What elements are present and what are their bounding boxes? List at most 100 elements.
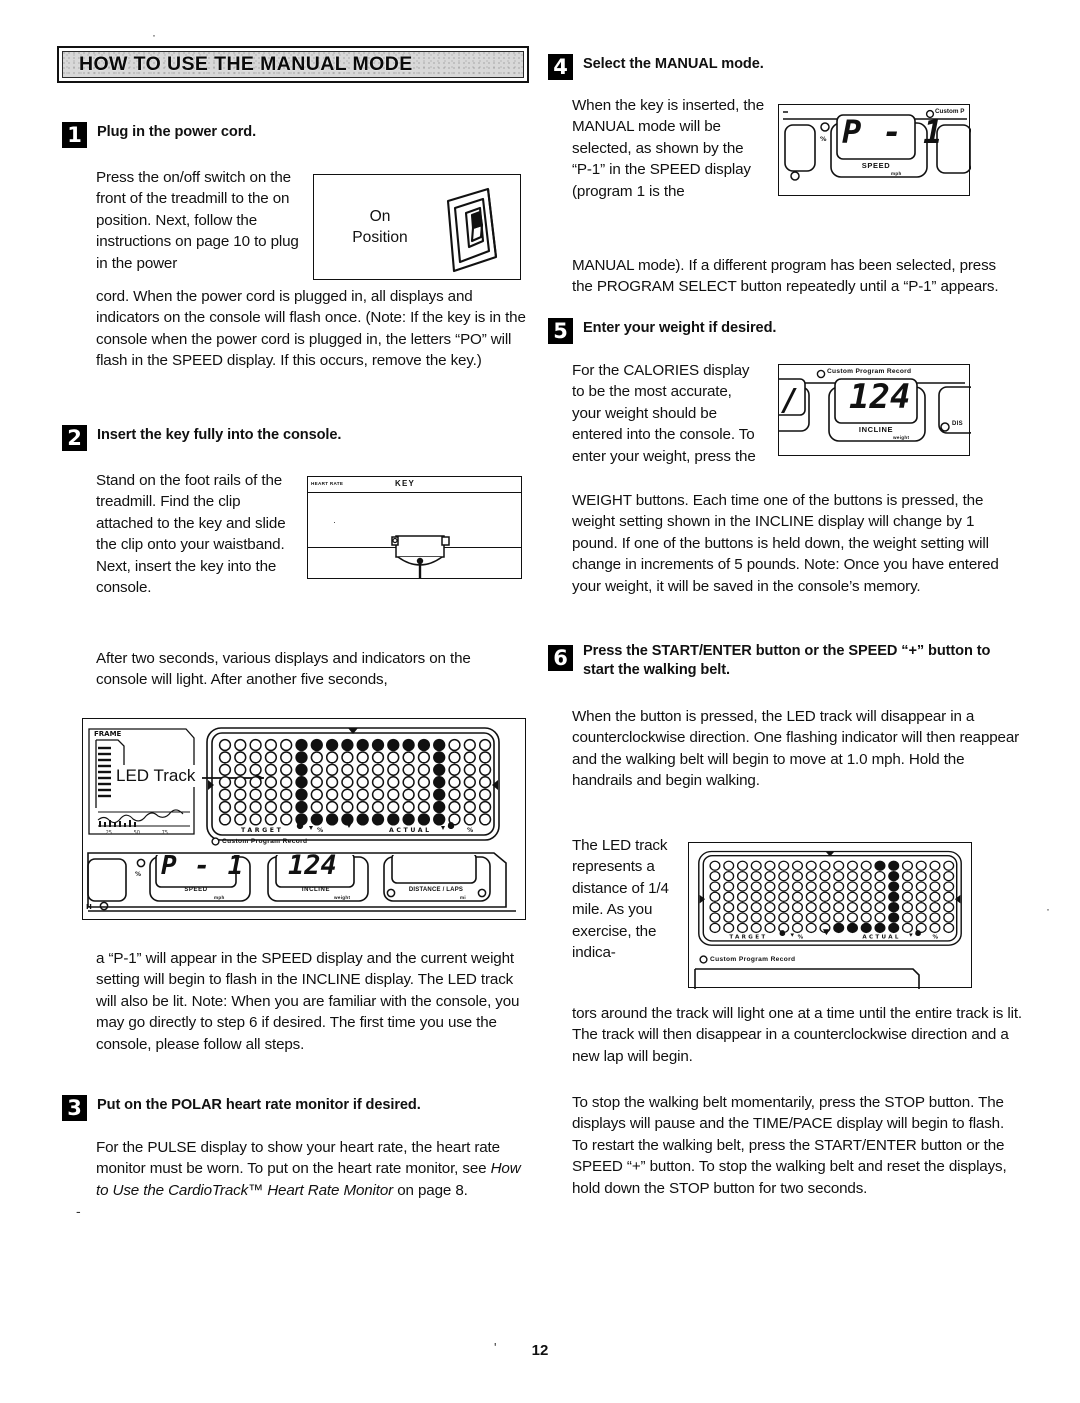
led-dot <box>764 860 776 871</box>
led-dot <box>750 860 762 871</box>
key-and-clip-icon <box>391 535 450 578</box>
frame-label: FRAME <box>94 730 122 738</box>
led-dot <box>402 813 415 826</box>
led-dot <box>417 751 431 764</box>
led-dot <box>325 788 339 801</box>
led-dot <box>860 902 872 913</box>
led-dot <box>888 881 900 892</box>
led-dot <box>736 870 748 882</box>
led-dot <box>264 763 278 776</box>
led-dot <box>709 870 721 882</box>
led-dot <box>901 912 913 923</box>
led-dot <box>295 800 308 814</box>
led-dot <box>448 751 461 764</box>
led-dot <box>764 891 776 902</box>
track-target-label-right: TARGET <box>729 935 767 941</box>
page-number: 12 <box>531 1342 549 1359</box>
step-1-body-full: cord. When the power cord is plugged in,… <box>96 288 526 370</box>
led-dot <box>280 763 293 776</box>
led-dot <box>387 738 400 752</box>
led-dot <box>723 881 735 892</box>
led-dot <box>819 881 831 892</box>
led-dot <box>387 788 400 801</box>
figure-console-full: FRAME .25.50.75 LED Track TARGET ACTUAL … <box>82 718 526 920</box>
section-banner-fill: HOW TO USE THE MANUAL MODE <box>62 51 524 78</box>
console-left-button[interactable]: H <box>82 855 128 915</box>
step-1-number: 1 <box>62 122 87 148</box>
led-dot <box>915 860 927 871</box>
led-dot <box>295 788 308 801</box>
step-3-number: 3 <box>62 1095 87 1121</box>
custom-program-record-row-right: Custom Program Record <box>699 955 795 964</box>
led-dot <box>325 813 339 826</box>
led-dot <box>356 776 369 789</box>
led-dot <box>929 922 941 934</box>
led-dot <box>901 881 913 892</box>
led-dot <box>387 800 400 814</box>
led-dot <box>218 776 232 789</box>
led-dot <box>341 763 354 776</box>
led-dot <box>723 902 735 913</box>
led-dot <box>356 738 369 752</box>
led-dot <box>874 891 886 902</box>
led-dot <box>417 738 431 752</box>
led-dot <box>805 922 817 934</box>
led-dot <box>463 738 476 752</box>
step-2-number: 2 <box>62 425 87 451</box>
led-dot <box>915 881 927 892</box>
page-number-stray-mark: ' <box>494 1340 497 1355</box>
led-dot <box>310 788 323 801</box>
led-dot <box>915 891 927 902</box>
led-dot <box>325 763 339 776</box>
led-dot <box>860 881 872 892</box>
step-6-body-last: To stop the walking belt momentarily, pr… <box>572 1094 1007 1197</box>
led-dot <box>433 800 446 814</box>
led-dot <box>888 891 900 902</box>
led-dot <box>709 922 721 934</box>
led-dot <box>874 902 886 913</box>
led-dot <box>249 763 262 776</box>
led-dot <box>846 860 858 871</box>
console-incline-distance-label: DIS <box>952 421 963 427</box>
step-6-body-wrapped: The LED track represents a distance of 1… <box>572 837 669 962</box>
led-dot <box>234 800 247 814</box>
led-dot <box>901 891 913 902</box>
led-dot <box>310 813 323 826</box>
led-dot <box>218 788 232 801</box>
console-incline-value: 124 <box>849 377 911 417</box>
led-dot <box>833 870 845 882</box>
led-dot <box>417 776 431 789</box>
led-dot <box>901 860 913 871</box>
led-dot <box>280 738 293 752</box>
led-dot <box>402 800 415 814</box>
led-dot <box>371 800 385 814</box>
led-dot <box>819 870 831 882</box>
led-dot <box>371 738 385 752</box>
led-dot <box>463 788 476 801</box>
console-incline-left-partial-digit: / <box>781 383 800 418</box>
led-dot <box>356 813 369 826</box>
led-dot <box>915 870 927 882</box>
led-dot <box>310 800 323 814</box>
step-5-body-full: WEIGHT buttons. Each time one of the but… <box>572 492 999 595</box>
console-speed-value: P - 1 <box>842 113 944 151</box>
svg-text:%: % <box>317 827 323 834</box>
led-dot <box>264 800 278 814</box>
page-title: HOW TO USE THE MANUAL MODE <box>79 52 413 75</box>
svg-text:.50: .50 <box>132 830 140 836</box>
led-dot <box>249 776 262 789</box>
led-dot <box>860 870 872 882</box>
led-dot <box>764 881 776 892</box>
led-dot <box>943 912 955 923</box>
led-dot <box>448 763 461 776</box>
incline-display-units: weight <box>334 895 351 900</box>
led-dot <box>860 860 872 871</box>
led-dot <box>805 860 817 871</box>
led-dot <box>463 813 476 826</box>
led-dot <box>764 922 776 934</box>
led-dot <box>791 870 803 882</box>
led-dot <box>218 738 232 752</box>
led-dot <box>791 891 803 902</box>
led-dot <box>791 902 803 913</box>
led-dot <box>750 902 762 913</box>
